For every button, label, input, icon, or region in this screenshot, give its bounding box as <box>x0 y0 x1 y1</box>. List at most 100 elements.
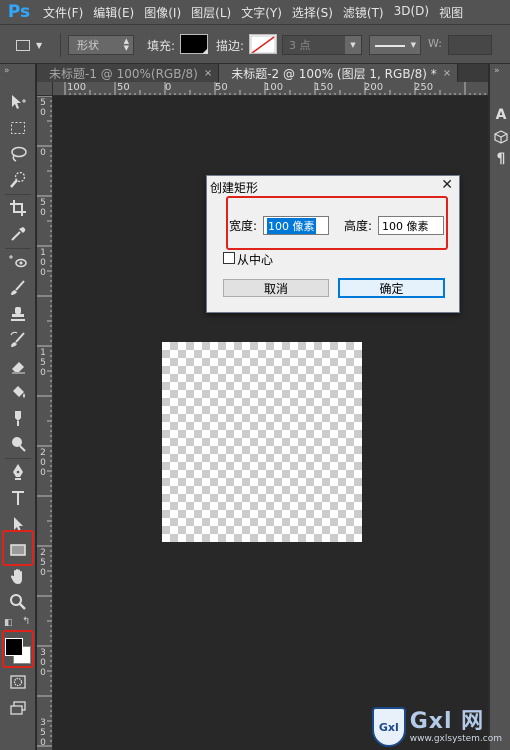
menu-filter[interactable]: 滤镜(T) <box>338 4 389 21</box>
ruler-label: 150 <box>314 82 334 93</box>
document-canvas-transparent[interactable] <box>162 342 362 542</box>
stroke-color-swatch[interactable] <box>249 34 277 54</box>
brush-icon <box>11 280 25 295</box>
stroke-type-select[interactable]: ▼ <box>369 35 421 55</box>
type-tool[interactable] <box>5 486 31 510</box>
quick-select-tool[interactable] <box>5 168 31 192</box>
move-tool[interactable] <box>5 90 31 114</box>
rectangle-tool-highlight <box>2 530 34 566</box>
no-color-slash-icon <box>250 35 276 53</box>
ok-button[interactable]: 确定 <box>338 278 445 298</box>
ruler-label: 50 <box>40 198 46 218</box>
from-center-label: 从中心 <box>237 253 274 267</box>
collapse-icon[interactable]: » <box>494 66 500 76</box>
history-brush-tool[interactable] <box>5 328 31 352</box>
quick-mask-button[interactable] <box>5 670 31 694</box>
ruler-label: 250 <box>40 548 46 578</box>
eyedropper-icon <box>11 227 26 241</box>
spinner-icon: ▲ ▼ <box>123 37 129 52</box>
tab-label: 未标题-2 @ 100% (图层 1, RGB/8) * <box>231 66 437 81</box>
ruler-label: 50 <box>117 82 130 93</box>
ruler-label: 300 <box>40 648 46 678</box>
foreground-color-swatch[interactable] <box>5 638 23 656</box>
move-icon <box>12 95 26 109</box>
menu-layer[interactable]: 图层(L) <box>186 4 236 21</box>
menu-type[interactable]: 文字(Y) <box>236 4 287 21</box>
tab-document-2[interactable]: 未标题-2 @ 100% (图层 1, RGB/8) * × <box>219 64 459 82</box>
watermark-main: Gxl 网 <box>409 709 485 734</box>
spot-healing-tool[interactable] <box>5 250 31 274</box>
menu-select[interactable]: 选择(S) <box>287 4 338 21</box>
tab-document-1[interactable]: 未标题-1 @ 100%(RGB/8) × <box>37 64 220 82</box>
paragraph-panel-icon[interactable]: ¶ <box>493 150 509 168</box>
menu-3d[interactable]: 3D(D) <box>389 4 434 21</box>
stroke-width-field[interactable]: 3 点 ▼ <box>282 35 362 55</box>
site-watermark: Gxl Gxl 网 www.gxlsystem.com <box>372 705 502 749</box>
app-logo: Ps <box>7 2 31 22</box>
paint-bucket-icon <box>13 386 25 398</box>
blur-tool[interactable] <box>5 406 31 430</box>
stroke-label: 描边: <box>216 39 245 53</box>
ruler-origin[interactable] <box>37 82 53 96</box>
swap-colors-icon[interactable]: ↰ <box>22 616 30 627</box>
lasso-tool[interactable] <box>5 142 31 166</box>
ruler-label: 250 <box>414 82 434 93</box>
zoom-tool[interactable] <box>5 590 31 614</box>
eyedropper-tool[interactable] <box>5 222 31 246</box>
zoom-icon <box>10 594 26 610</box>
collapse-icon[interactable]: » <box>4 66 10 76</box>
close-icon[interactable]: × <box>443 68 451 79</box>
menu-bar: Ps 文件(F) 编辑(E) 图像(I) 图层(L) 文字(Y) 选择(S) 滤… <box>0 0 510 24</box>
3d-panel-icon[interactable] <box>493 128 509 146</box>
paint-bucket-tool[interactable] <box>5 380 31 404</box>
clone-stamp-tool[interactable] <box>5 302 31 326</box>
history-brush-icon <box>10 331 25 347</box>
menu-items: 文件(F) 编辑(E) 图像(I) 图层(L) 文字(Y) 选择(S) 滤镜(T… <box>38 4 468 21</box>
chevron-down-icon: ▼ <box>36 40 43 50</box>
divider <box>60 33 61 57</box>
ruler-label: 150 <box>40 348 46 378</box>
cancel-button[interactable]: 取消 <box>223 279 329 297</box>
brush-tool[interactable] <box>5 276 31 300</box>
tool-mode-select[interactable]: 形状 ▲ ▼ <box>68 35 134 55</box>
hand-icon <box>10 569 22 584</box>
eraser-tool[interactable] <box>5 354 31 378</box>
fill-color-swatch[interactable] <box>180 34 208 54</box>
width-input[interactable] <box>448 35 492 55</box>
menu-view[interactable]: 视图 <box>434 4 468 21</box>
tool-mode-value: 形状 <box>77 39 99 52</box>
ruler-label: 50 <box>40 98 46 118</box>
menu-file[interactable]: 文件(F) <box>38 4 88 21</box>
screen-mode-button[interactable] <box>5 696 31 720</box>
vertical-ruler[interactable]: 50 0 50 100 150 200 250 300 350 <box>37 96 53 750</box>
dialog-title: 创建矩形 <box>210 181 259 195</box>
divider <box>5 248 31 249</box>
chevron-down-icon[interactable]: ▼ <box>345 36 361 54</box>
dodge-tool[interactable] <box>5 432 31 456</box>
tool-preset-picker[interactable]: ▼ <box>16 35 56 55</box>
options-bar: ▼ 形状 ▲ ▼ 填充: 描边: 3 点 ▼ ▼ W: <box>0 24 510 64</box>
ruler-label: 350 <box>40 718 46 748</box>
default-colors-icon[interactable]: ◧ <box>4 618 13 628</box>
horizontal-ruler[interactable]: 100 50 0 50 100 150 200 250 <box>53 82 488 96</box>
cube-icon <box>494 130 508 144</box>
eraser-icon <box>12 362 25 374</box>
lasso-icon <box>11 146 27 162</box>
right-panel-dock: » A ¶ <box>488 64 510 750</box>
character-panel-icon[interactable]: A <box>493 106 509 124</box>
close-icon[interactable]: ✕ <box>441 177 453 193</box>
menu-image[interactable]: 图像(I) <box>139 4 186 21</box>
menu-edit[interactable]: 编辑(E) <box>88 4 139 21</box>
pen-tool[interactable] <box>5 460 31 484</box>
crop-icon <box>10 200 26 216</box>
tab-label: 未标题-1 @ 100%(RGB/8) <box>49 66 198 81</box>
hand-tool[interactable] <box>5 564 31 588</box>
crop-tool[interactable] <box>5 196 31 220</box>
create-rectangle-dialog: 创建矩形 ✕ 宽度: 100 像素 高度: 100 像素 从中心 取消 确定 <box>206 175 460 313</box>
from-center-checkbox[interactable] <box>223 252 235 264</box>
ruler-label: 100 <box>40 248 46 278</box>
close-icon[interactable]: × <box>204 68 212 79</box>
marquee-tool[interactable] <box>5 116 31 140</box>
healing-brush-icon <box>9 255 27 268</box>
fill-label: 填充: <box>147 39 176 53</box>
